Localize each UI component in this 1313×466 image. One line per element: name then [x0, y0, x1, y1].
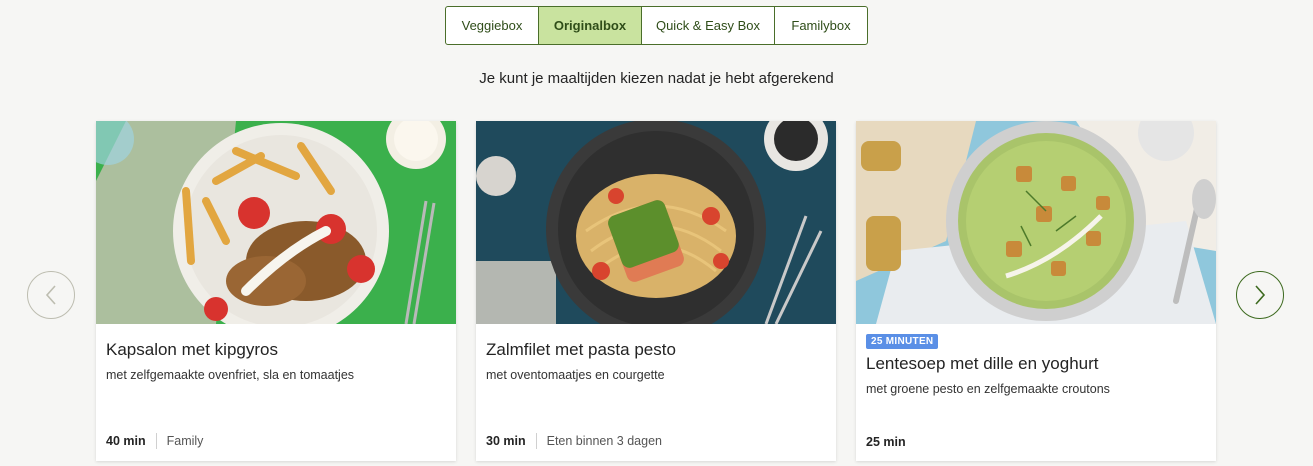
duration-badge: 25 MINUTEN: [866, 334, 939, 349]
recipe-description: met oventomaatjes en courgette: [486, 368, 665, 382]
tab-familybox[interactable]: Familybox: [775, 7, 867, 44]
recipe-meta: 25 min: [866, 435, 906, 449]
recipe-tag: Family: [166, 434, 204, 448]
box-type-tabs: Veggiebox Originalbox Quick & Easy Box F…: [445, 6, 868, 45]
cook-time: 25 min: [866, 435, 906, 449]
recipe-image: [96, 121, 456, 324]
meta-divider: [535, 433, 537, 449]
carousel-next-button[interactable]: [1236, 271, 1284, 319]
recipe-card-kapsalon[interactable]: Kapsalon met kipgyros met zelfgemaakte o…: [96, 121, 456, 461]
recipe-tag: Eten binnen 3 dagen: [546, 434, 662, 448]
recipe-image: [856, 121, 1216, 324]
tab-veggiebox[interactable]: Veggiebox: [446, 7, 539, 44]
chevron-left-icon: [45, 285, 56, 305]
recipe-description: met groene pesto en zelfgemaakte crouton…: [866, 382, 1110, 396]
recipe-card-zalmfilet[interactable]: Zalmfilet met pasta pesto met oventomaat…: [476, 121, 836, 461]
recipe-card-lentesoep[interactable]: 25 MINUTEN Lentesoep met dille en yoghur…: [856, 121, 1216, 461]
tab-quick-easy-box[interactable]: Quick & Easy Box: [642, 7, 775, 44]
recipe-image: [476, 121, 836, 324]
recipe-title: Lentesoep met dille en yoghurt: [866, 354, 1099, 373]
recipe-title: Kapsalon met kipgyros: [106, 340, 278, 359]
chevron-right-icon: [1255, 285, 1266, 305]
tab-originalbox[interactable]: Originalbox: [539, 7, 642, 44]
cook-time: 30 min: [486, 434, 526, 448]
carousel-prev-button[interactable]: [27, 271, 75, 319]
checkout-note: Je kunt je maaltijden kiezen nadat je he…: [479, 70, 834, 87]
recipe-meta: 30 min Eten binnen 3 dagen: [486, 433, 662, 449]
recipe-title: Zalmfilet met pasta pesto: [486, 340, 676, 359]
recipe-description: met zelfgemaakte ovenfriet, sla en tomaa…: [106, 368, 355, 382]
meta-divider: [155, 433, 157, 449]
recipe-meta: 40 min Family: [106, 433, 203, 449]
cook-time: 40 min: [106, 434, 146, 448]
